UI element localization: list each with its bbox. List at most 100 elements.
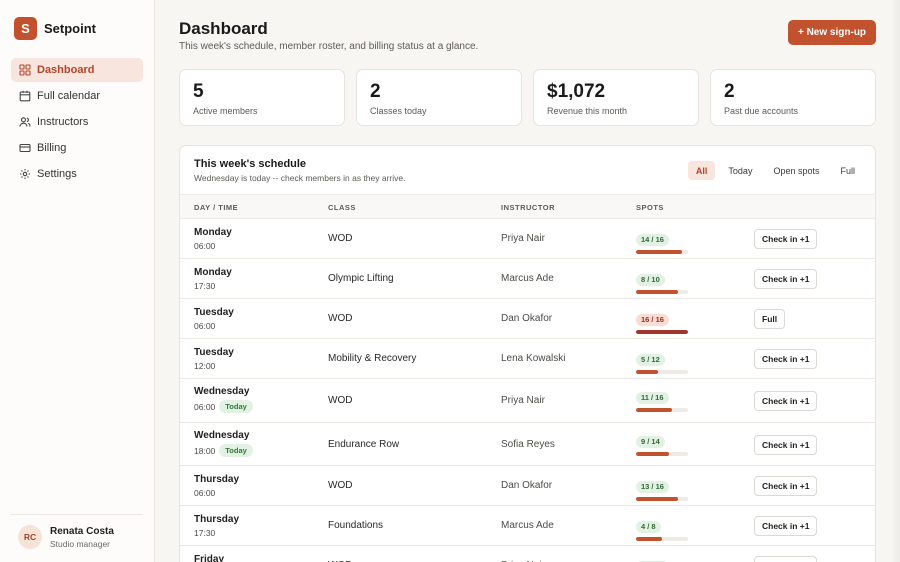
row-instructor: Dan Okafor [501,313,553,324]
stat-card-classes-today: 2 Classes today [356,69,522,126]
row-day: Friday [194,554,225,562]
sidebar-item-billing[interactable]: Billing [11,136,143,160]
filter-full[interactable]: Full [832,161,863,180]
stat-label: Past due accounts [724,106,799,116]
app-name: Setpoint [44,21,96,36]
stat-label: Active members [193,106,258,116]
grid-icon [19,64,31,76]
filter-all[interactable]: All [687,161,716,180]
user-name: Renata Costa [50,525,114,537]
row-time-value: 06:00 [194,488,216,498]
schedule-card: This week's schedule Wednesday is today … [179,145,876,562]
row-time: 06:00 [194,488,215,498]
row-time-value: 06:00 [194,321,216,331]
column-header-class: CLASS [328,203,356,212]
stat-card-revenue: $1,072 Revenue this month [533,69,699,126]
column-header-day-time: DAY / TIME [194,203,239,212]
row-spots: 11 / 16 [636,387,688,412]
spots-progress-fill [636,497,679,501]
table-row: Thursday 17:30 Foundations Marcus Ade 4 / 8 C… [180,506,875,546]
row-instructor: Priya Nair [501,233,545,244]
sidebar-item-settings[interactable]: Settings [11,162,143,186]
new-signup-button[interactable]: + New sign-up [788,20,876,45]
sidebar-item-full-calendar[interactable]: Full calendar [11,84,143,108]
calendar-icon [19,90,31,102]
table-row: Monday 17:30 Olympic Lifting Marcus Ade 8 / … [180,259,875,299]
spots-badge: 5 / 12 [636,353,665,366]
table-row: Wednesday 18:00 Today Endurance Row Sofia Re… [180,423,875,466]
row-spots: 4 / 8 [636,516,688,541]
row-day: Monday [194,227,232,238]
check-in-button[interactable]: Check in +1 [754,516,818,536]
row-class: Foundations [328,520,384,531]
stat-value: 2 [724,81,735,102]
table-row: Tuesday 06:00 WOD Dan Okafor 16 / 16 Full [180,299,875,339]
row-time: 17:30 [194,281,215,291]
brand[interactable]: S Setpoint [14,17,96,40]
spots-progress-fill [636,452,670,456]
spots-progress-track [636,497,688,501]
card-icon [19,143,31,153]
stat-card-past-due: 2 Past due accounts [710,69,876,126]
spots-badge: 14 / 16 [636,233,669,246]
gear-icon [20,169,30,179]
app-logo: S [14,17,37,40]
user-profile[interactable]: RC Renata Costa Studio manager [11,514,143,549]
row-spots: 13 / 16 [636,476,688,501]
check-in-button[interactable]: Check in +1 [754,269,818,289]
row-day: Thursday [194,514,240,525]
row-time: 18:00 Today [194,444,253,457]
sidebar-item-label: Full calendar [37,90,100,102]
check-in-button[interactable]: Check in +1 [754,476,818,496]
today-badge: Today [219,444,253,457]
sidebar-item-dashboard[interactable]: Dashboard [11,58,143,82]
row-class: Olympic Lifting [328,273,394,284]
sidebar-item-label: Instructors [37,116,89,128]
table-header: DAY / TIME CLASS INSTRUCTOR SPOTS [180,194,875,219]
check-in-button[interactable]: Check in +1 [754,556,818,562]
sidebar-item-label: Billing [37,142,67,154]
table-row: Monday 06:00 WOD Priya Nair 14 / 16 Check in … [180,219,875,259]
full-button[interactable]: Full [754,309,786,329]
table-row: Friday06:00WODPriya Nair15 / 16Check in … [180,546,875,562]
spots-progress-fill [636,370,658,374]
sidebar: S Setpoint Dashboard Full calendar Instr… [0,0,155,562]
check-in-button[interactable]: Check in +1 [754,349,818,369]
schedule-title: This week's schedule [194,158,307,170]
spots-progress-track [636,250,688,254]
row-time: 06:00 [194,321,215,331]
row-day: Thursday [194,474,240,485]
row-instructor: Marcus Ade [501,273,554,284]
filter-today[interactable]: Today [720,161,760,180]
row-class: Endurance Row [328,439,400,450]
spots-progress-fill [636,290,678,294]
row-spots: 8 / 10 [636,269,688,294]
row-spots: 5 / 12 [636,349,688,374]
row-time-value: 18:00 [194,445,216,456]
row-spots: 14 / 16 [636,229,688,254]
sidebar-item-instructors[interactable]: Instructors [11,110,143,134]
row-time-value: 06:00 [194,241,216,251]
sidebar-nav: Dashboard Full calendar Instructors Bill… [11,58,143,188]
filter-open-spots[interactable]: Open spots [765,161,827,180]
page-subtitle: This week's schedule, member roster, and… [179,41,479,52]
row-class: WOD [328,233,353,244]
spots-progress-fill [636,408,672,412]
row-time: 17:30 [194,528,215,538]
check-in-button[interactable]: Check in +1 [754,391,818,411]
check-in-button[interactable]: Check in +1 [754,435,818,455]
row-spots: 16 / 16 [636,309,688,334]
row-time-value: 17:30 [194,528,216,538]
stat-card-active-members: 5 Active members [179,69,345,126]
sidebar-item-label: Settings [37,168,77,180]
check-in-button[interactable]: Check in +1 [754,229,818,249]
spots-progress-track [636,408,688,412]
user-role: Studio manager [50,538,111,549]
spots-badge: 4 / 8 [636,520,661,533]
row-time-value: 17:30 [194,281,216,291]
row-day: Monday [194,267,232,278]
spots-badge: 11 / 16 [636,391,669,404]
users-icon [19,117,31,127]
row-day: Wednesday [194,386,250,397]
spots-progress-fill [636,330,688,334]
